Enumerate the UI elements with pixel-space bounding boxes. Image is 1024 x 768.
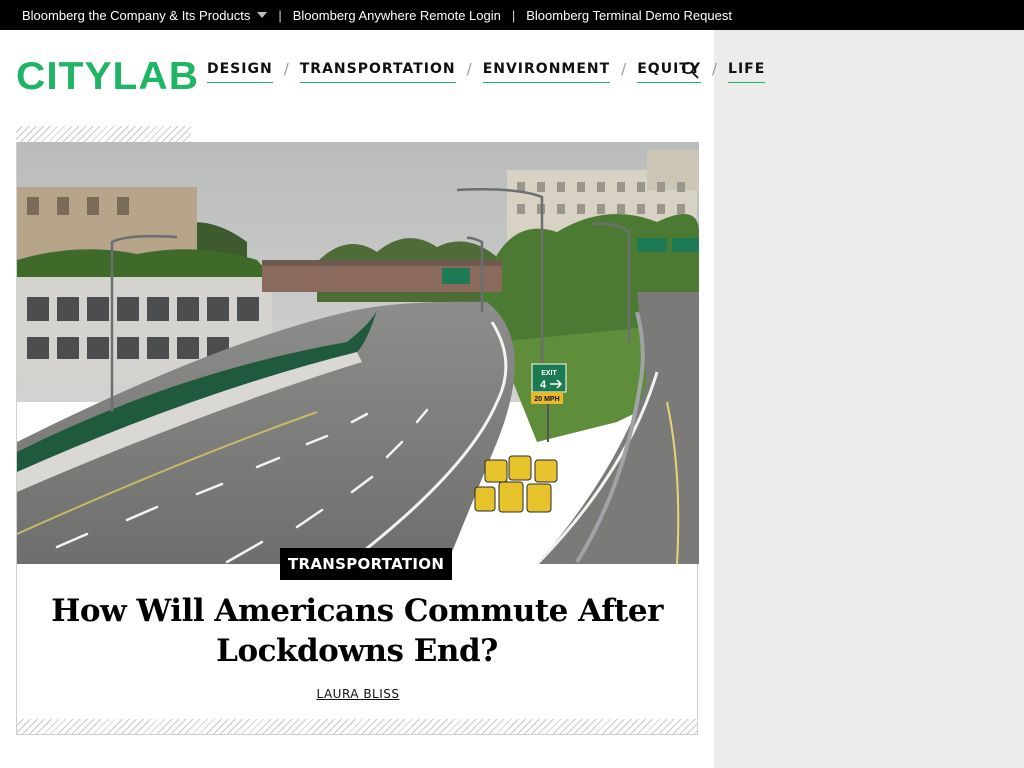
exit-sign-label: EXIT: [541, 370, 557, 377]
hero-image-empty-highway[interactable]: EXIT 4 20 MPH: [17, 142, 699, 564]
featured-article-card[interactable]: EXIT 4 20 MPH TRANSPORTATION How Will Am…: [16, 142, 699, 735]
topbar-separator: |: [511, 7, 516, 23]
exit-sign-number: 4: [540, 379, 547, 391]
right-sidebar: [714, 30, 1024, 768]
nav-life[interactable]: LIFE: [728, 60, 766, 83]
decorative-hatch-top: [16, 126, 191, 142]
terminal-demo-link[interactable]: Bloomberg Terminal Demo Request: [526, 8, 732, 23]
citylab-logo[interactable]: CITYLAB: [16, 57, 199, 96]
article-byline: LAURA BLISS: [17, 687, 699, 701]
decorative-hatch-bottom: [17, 719, 697, 734]
article-headline[interactable]: How Will Americans Commute After Lockdow…: [37, 591, 677, 671]
category-tag[interactable]: TRANSPORTATION: [280, 548, 453, 580]
caret-down-icon: [257, 11, 268, 18]
search-icon[interactable]: [681, 61, 699, 79]
author-link[interactable]: LAURA BLISS: [316, 687, 399, 701]
nav-transportation[interactable]: TRANSPORTATION: [299, 60, 456, 83]
nav-design[interactable]: DESIGN: [207, 60, 273, 83]
nav-environment[interactable]: ENVIRONMENT: [482, 60, 611, 83]
nav-separator: /: [621, 60, 627, 78]
topbar-separator: |: [278, 7, 282, 23]
bloomberg-products-label: Bloomberg the Company & Its Products: [22, 7, 251, 23]
nav-separator: /: [283, 60, 289, 78]
speed-sign-label: 20 MPH: [534, 396, 559, 403]
anywhere-login-link[interactable]: Bloomberg Anywhere Remote Login: [293, 8, 501, 23]
nav-separator: /: [711, 60, 718, 78]
bloomberg-products-menu[interactable]: Bloomberg the Company & Its Products: [22, 7, 268, 23]
bloomberg-top-bar: Bloomberg the Company & Its Products | B…: [0, 0, 1024, 30]
nav-separator: /: [466, 60, 472, 78]
